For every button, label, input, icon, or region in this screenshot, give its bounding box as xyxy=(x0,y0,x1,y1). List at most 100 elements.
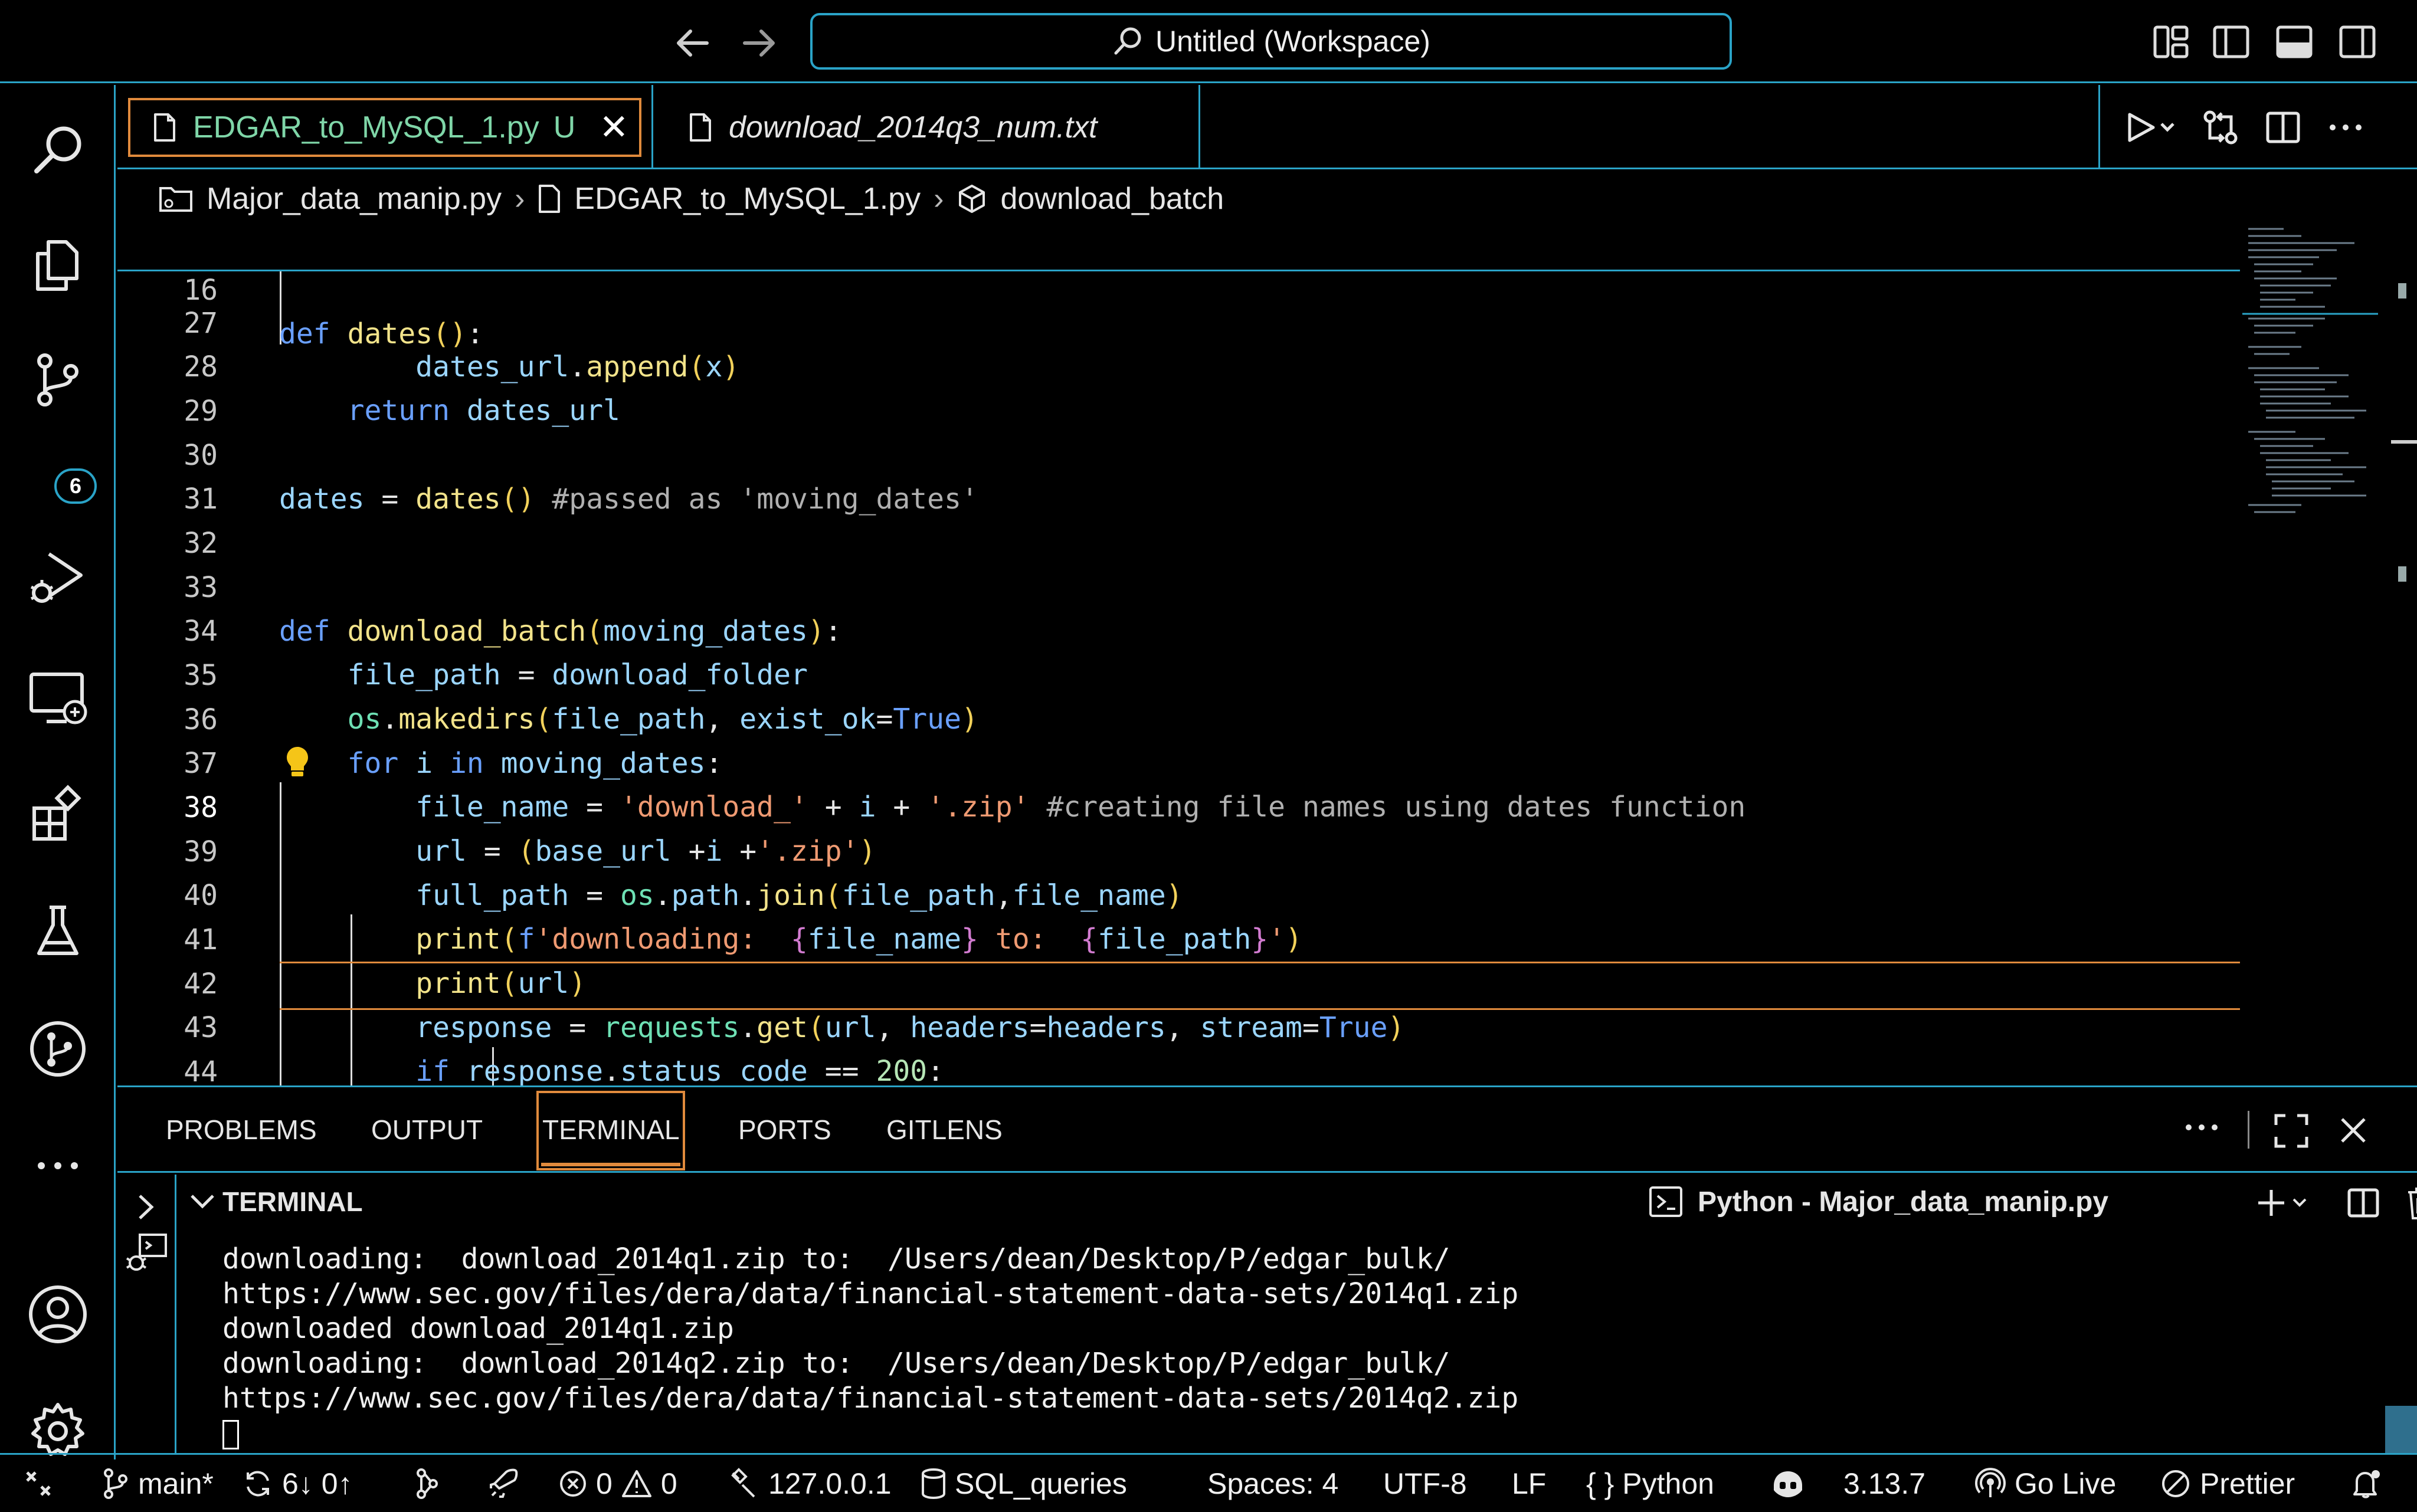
copilot-icon[interactable] xyxy=(1769,1455,1807,1512)
tab-ports[interactable]: PORTS xyxy=(738,1087,831,1173)
tab-edgar-to-mysql[interactable]: EDGAR_to_MySQL_1.py U ✕ xyxy=(117,85,651,169)
trash-icon[interactable] xyxy=(2405,1185,2417,1221)
breadcrumb-item[interactable]: EDGAR_to_MySQL_1.py xyxy=(574,181,921,217)
indentation-indicator[interactable]: Spaces: 4 xyxy=(1207,1455,1338,1512)
git-graph-icon[interactable] xyxy=(412,1455,441,1512)
sync-icon xyxy=(247,1471,269,1496)
tab-problems[interactable]: PROBLEMS xyxy=(166,1087,317,1173)
rocket-icon[interactable] xyxy=(487,1455,520,1512)
customize-layout-icon[interactable] xyxy=(2151,22,2190,61)
remote-explorer-icon[interactable] xyxy=(22,662,93,733)
terminal-scrollbar-thumb[interactable] xyxy=(2385,1406,2417,1453)
chevron-down-icon[interactable] xyxy=(188,1188,217,1216)
terminal-header: TERMINAL Python - Major_data_manip.py xyxy=(117,1175,2417,1229)
scm-changes-badge: 6 xyxy=(54,468,97,504)
sync-indicator[interactable]: 6↓ 0↑ xyxy=(242,1455,353,1512)
code-line: 37 file_name = 'download_' + i + '.zip' … xyxy=(184,746,1746,824)
code-line: 39 full_path = os.path.join(file_path,fi… xyxy=(184,835,1183,913)
toggle-secondary-sidebar-icon[interactable] xyxy=(2338,22,2377,61)
terminal-line: downloading: download_2014q2.zip to: /Us… xyxy=(222,1347,1450,1380)
tab-download-txt[interactable]: download_2014q3_num.txt xyxy=(651,85,1200,169)
more-actions-icon[interactable] xyxy=(2327,122,2364,133)
code-line: 44 with open (full_path,'wb') as f: xyxy=(184,1055,218,1086)
active-tab-outline xyxy=(128,98,641,157)
arrow-left-icon[interactable] xyxy=(673,22,714,64)
code-line: 34 file_path = download_folder xyxy=(184,614,808,692)
remote-indicator-icon[interactable] xyxy=(24,1455,53,1512)
explorer-files-icon[interactable] xyxy=(22,230,93,301)
toggle-panel-icon[interactable] xyxy=(2275,22,2314,61)
tab-gitlens[interactable]: GITLENS xyxy=(886,1087,1003,1173)
language-mode-indicator[interactable]: { } Python xyxy=(1586,1455,1714,1512)
run-python-file-icon[interactable] xyxy=(2124,110,2177,145)
code-line: 38 url = (base_url +i +'.zip') xyxy=(184,791,876,868)
split-terminal-icon[interactable] xyxy=(2347,1186,2380,1219)
problems-indicator[interactable]: 0 0 xyxy=(558,1455,677,1512)
accounts-icon[interactable] xyxy=(22,1279,93,1350)
tab-output[interactable]: OUTPUT xyxy=(371,1087,483,1173)
more-actions-icon[interactable] xyxy=(2183,1121,2221,1133)
go-live-button[interactable]: Go Live xyxy=(1974,1455,2116,1512)
encoding-indicator[interactable]: UTF-8 xyxy=(1383,1455,1467,1512)
folder-icon xyxy=(159,187,192,212)
branch-indicator[interactable]: main* xyxy=(100,1455,214,1512)
code-line: 42 response = requests.get(url, headers=… xyxy=(184,967,1405,1045)
eol-indicator[interactable]: LF xyxy=(1512,1455,1546,1512)
code-line: 36 for i in moving_dates: xyxy=(184,703,723,780)
code-line: 32 xyxy=(184,526,218,560)
code-line: 30 dates = dates() #passed as 'moving_da… xyxy=(184,438,978,516)
python-version-indicator[interactable]: 3.13.7 xyxy=(1843,1455,1925,1512)
editor-scrollbar[interactable] xyxy=(2390,224,2417,1085)
connection-indicator[interactable]: 127.0.0.1 xyxy=(727,1455,892,1512)
broadcast-icon xyxy=(1975,1467,2006,1497)
prettier-indicator[interactable]: Prettier xyxy=(2160,1455,2295,1512)
code-line: 35 os.makedirs(file_path, exist_ok=True) xyxy=(184,658,978,736)
close-panel-icon[interactable] xyxy=(2337,1114,2369,1146)
code-editor[interactable]: 16 def dates(): 27 dates_url.append(x) 2… xyxy=(117,224,2240,1085)
more-dots-icon[interactable] xyxy=(22,1130,93,1201)
gitlens-icon[interactable] xyxy=(22,1014,93,1084)
code-line: 45 for chunk in response.iter_content(ch… xyxy=(117,1050,2240,1085)
status-bar: main* 6↓ 0↑ 0 0 127.0.0.1 SQL_queries Sp… xyxy=(0,1453,2417,1510)
testing-flask-icon[interactable] xyxy=(22,896,93,966)
active-tab-underline xyxy=(541,1163,680,1166)
extensions-icon[interactable] xyxy=(22,779,93,850)
chevron-right-icon: › xyxy=(934,182,944,216)
breadcrumb-item[interactable]: download_batch xyxy=(1000,181,1224,217)
terminal-cursor xyxy=(222,1420,239,1449)
minimap[interactable] xyxy=(2242,224,2378,531)
warning-icon xyxy=(621,1470,651,1497)
editor-tab-bar: EDGAR_to_MySQL_1.py U ✕ download_2014q3_… xyxy=(117,85,2417,169)
notifications-bell-icon[interactable] xyxy=(2349,1455,2384,1512)
compare-changes-icon[interactable] xyxy=(2202,109,2239,146)
source-control-icon[interactable] xyxy=(22,345,93,415)
terminal-icon xyxy=(1648,1185,1684,1218)
terminal-output[interactable]: downloading: download_2014q1.zip to: /Us… xyxy=(222,1242,1518,1451)
code-line: 31 xyxy=(184,482,218,516)
terminal-line: https://www.sec.gov/files/dera/data/fina… xyxy=(222,1277,1519,1310)
database-indicator[interactable]: SQL_queries xyxy=(921,1455,1127,1512)
command-center-search[interactable]: Untitled (Workspace) xyxy=(810,13,1732,70)
line-number: 16 xyxy=(184,273,218,307)
code-line: 40 print(f'downloading: {file_name} to: … xyxy=(184,878,1302,956)
plug-icon xyxy=(731,1467,755,1497)
terminal-name[interactable]: Python - Major_data_manip.py xyxy=(1698,1186,2108,1218)
search-icon[interactable] xyxy=(22,114,93,185)
toggle-primary-sidebar-icon[interactable] xyxy=(2212,22,2251,61)
lightbulb-icon[interactable] xyxy=(284,744,310,779)
breadcrumb-item[interactable]: Major_data_manip.py xyxy=(207,181,502,217)
new-terminal-plus-icon[interactable] xyxy=(2255,1186,2311,1219)
bottom-panel: PROBLEMS OUTPUT TERMINAL PORTS GITLENS T… xyxy=(117,1085,2417,1453)
title-bar: Untitled (Workspace) xyxy=(0,0,2417,83)
tab-terminal[interactable]: TERMINAL xyxy=(542,1087,680,1173)
editor-actions xyxy=(2098,85,2417,169)
maximize-panel-icon[interactable] xyxy=(2274,1113,2309,1149)
run-and-debug-icon[interactable] xyxy=(22,543,93,614)
arrow-right-icon[interactable] xyxy=(738,22,779,64)
error-icon xyxy=(560,1470,586,1497)
split-editor-icon[interactable] xyxy=(2264,109,2302,146)
divider xyxy=(2248,1111,2249,1149)
code-line: 33 def download_batch(moving_dates): xyxy=(184,570,842,648)
debug-terminal-icon[interactable] xyxy=(125,1231,169,1276)
sticky-scroll-header[interactable]: 16 def dates(): xyxy=(117,224,2240,350)
